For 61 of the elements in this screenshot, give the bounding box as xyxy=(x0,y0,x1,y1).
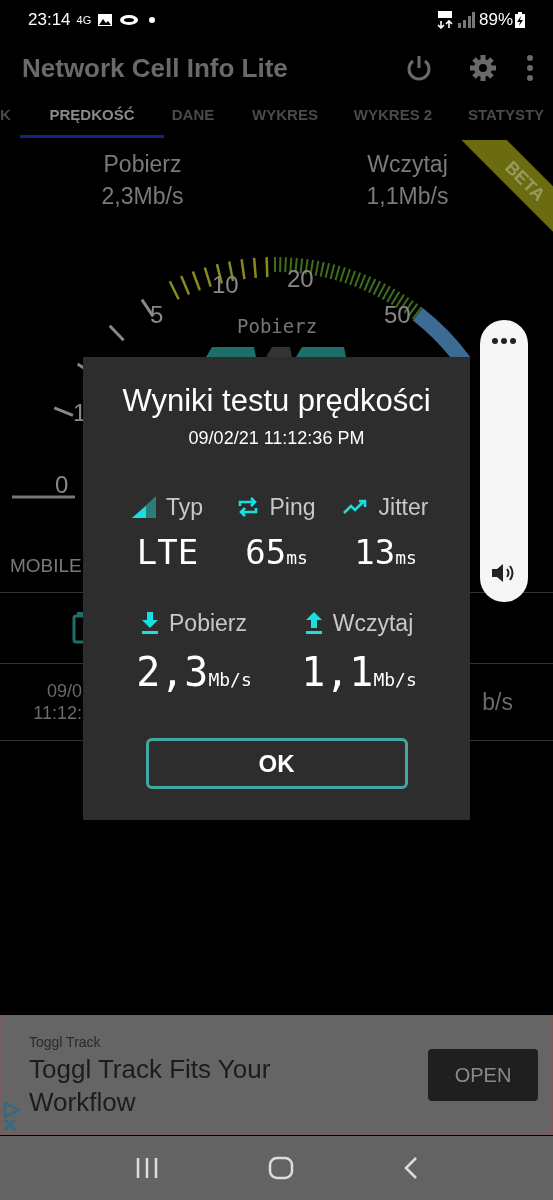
stat-unit: Mb/s xyxy=(208,668,252,692)
scale-label: 50 xyxy=(384,300,411,330)
settings-icon[interactable] xyxy=(469,54,497,82)
repeat-icon xyxy=(237,496,260,519)
power-icon[interactable] xyxy=(405,54,433,82)
tab[interactable]: STATYSTY xyxy=(438,96,550,138)
tab[interactable]: WYKRES 2 xyxy=(348,96,438,138)
home-icon[interactable] xyxy=(267,1156,294,1180)
stat-unit: ms xyxy=(395,545,417,570)
ad-headline[interactable]: Toggl Track Fits Your Workflow xyxy=(29,1052,319,1119)
history-time: 11:12: xyxy=(33,702,82,724)
stat-label: Jitter xyxy=(378,493,429,522)
stat-unit: ms xyxy=(286,545,308,570)
stat-label: Typ xyxy=(165,493,204,522)
stat-unit: Mb/s xyxy=(373,668,417,692)
ad-advertiser: Toggl Track xyxy=(29,1032,102,1052)
stat-value: 65 xyxy=(245,530,287,574)
gauge-caption: Pobierz xyxy=(237,314,318,339)
scale-label: 5 xyxy=(150,300,164,330)
dialog-timestamp: 09/02/21 11:12:36 PM xyxy=(188,427,365,450)
speed-label: Wczytaj xyxy=(367,150,448,179)
scale-label: 20 xyxy=(287,264,314,294)
lte-icon xyxy=(436,11,453,29)
tab[interactable]: K xyxy=(0,96,20,138)
planet-icon xyxy=(119,13,140,27)
tab[interactable]: DANE xyxy=(164,96,222,138)
stat-value: 13 xyxy=(354,530,396,574)
recents-icon[interactable] xyxy=(134,1157,159,1179)
dot-icon xyxy=(149,17,156,23)
signal-icon xyxy=(456,12,475,28)
stat-label: Pobierz xyxy=(169,608,247,638)
image-icon xyxy=(97,13,114,27)
stat-value: LTE xyxy=(136,530,199,574)
battery-icon xyxy=(515,12,525,28)
history-date: 09/0 xyxy=(46,680,82,702)
scale-label: 10 xyxy=(212,270,239,300)
tab[interactable]: PRĘDKOŚĆ xyxy=(20,96,164,138)
battery-percent: 89% xyxy=(478,9,513,32)
upload-icon xyxy=(304,611,323,634)
history-speed: b/s xyxy=(482,687,514,717)
speed-value: 1,1Mb/s xyxy=(366,182,449,211)
signal-icon xyxy=(131,496,156,519)
speed-label: Pobierz xyxy=(103,150,182,179)
dialog-title: Wyniki testu prędkości xyxy=(122,382,431,420)
app-title: Network Cell Info Lite xyxy=(22,51,288,85)
more-icon[interactable] xyxy=(492,338,516,344)
trend-icon xyxy=(342,499,369,516)
clock: 23:14 xyxy=(28,9,71,32)
open-button[interactable]: OPEN xyxy=(428,1049,538,1101)
stat-value: 2,3 xyxy=(136,648,209,697)
network-type: 4G xyxy=(76,12,92,28)
speed-value: 2,3Mb/s xyxy=(101,182,184,211)
scale-label: 0 xyxy=(55,470,69,500)
tab[interactable]: WYKRES xyxy=(222,96,348,138)
stat-label: Ping xyxy=(269,493,316,522)
stat-label: Wczytaj xyxy=(332,608,414,638)
download-icon xyxy=(141,611,159,634)
connection-label: MOBILE xyxy=(10,553,82,578)
back-icon[interactable] xyxy=(402,1156,419,1180)
stat-value: 1,1 xyxy=(301,648,374,697)
ok-button[interactable]: OK xyxy=(145,738,408,789)
